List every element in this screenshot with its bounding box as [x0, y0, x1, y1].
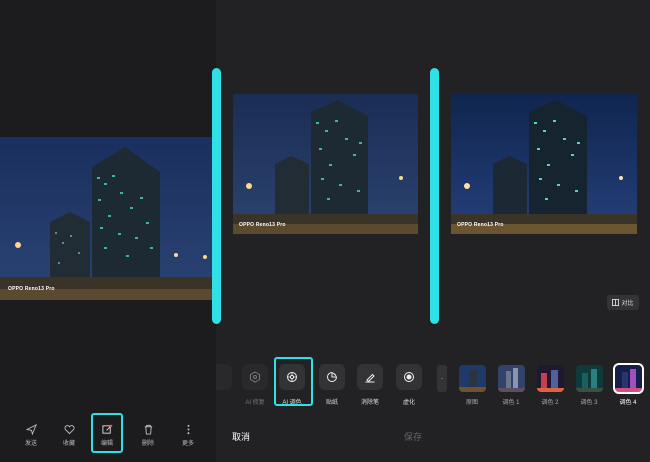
photo[interactable]: OPPO Reno13 Pro: [0, 137, 216, 300]
filter-thumbnail: [497, 365, 525, 392]
send-icon: [25, 424, 37, 435]
filter-thumbnail: [536, 365, 564, 392]
ai-color-highlight: [274, 357, 313, 406]
filter-label: 调色 1: [502, 400, 520, 406]
filter-label: 调色 3: [580, 400, 598, 406]
filter-2[interactable]: 调色 2: [536, 365, 564, 406]
partial-tool-button[interactable]: [216, 364, 234, 397]
favorite-button[interactable]: 收藏: [54, 424, 84, 447]
filter-label: 调色 4: [619, 400, 637, 406]
filter-scroll-stub: -: [437, 365, 447, 392]
eraser-icon: [357, 364, 383, 390]
color-filter-panel: OPPO Reno13 Pro 对比 - 原图 调色 1 调色 2 调色 3 调…: [434, 0, 650, 462]
photo[interactable]: OPPO Reno13 Pro: [233, 94, 418, 234]
panel-divider: [430, 68, 439, 324]
filter-label: 调色 2: [541, 400, 559, 406]
delete-button[interactable]: 删除: [133, 424, 163, 447]
ai-repair-icon: [242, 364, 268, 390]
blur-label: 虚化: [402, 400, 415, 406]
filter-4[interactable]: 调色 4: [612, 363, 644, 406]
eraser-label: 消除笔: [360, 400, 379, 406]
filter-thumbnail: [612, 363, 644, 394]
ai-repair-label: AI 修复: [245, 400, 265, 406]
filter-original[interactable]: 原图: [458, 365, 486, 406]
panel-divider: [212, 68, 221, 324]
more-icon: [186, 424, 190, 435]
more-button[interactable]: 更多: [173, 424, 203, 447]
compare-label: 对比: [621, 301, 634, 307]
partial-tool-icon: [216, 364, 232, 390]
sticker-icon: [319, 364, 345, 390]
blur-button[interactable]: 虚化: [394, 364, 424, 406]
gallery-view-panel: OPPO Reno13 Pro 发送 收藏 编辑 删除 更多: [0, 0, 216, 462]
filter-1[interactable]: 调色 1: [497, 365, 525, 406]
photo[interactable]: OPPO Reno13 Pro: [451, 94, 637, 234]
filter-thumbnail: [575, 365, 603, 392]
trash-icon: [144, 424, 152, 435]
ai-repair-button[interactable]: AI 修复: [240, 364, 270, 406]
edit-tools-panel: OPPO Reno13 Pro AI 修复 AI 调色 贴纸 消除笔 虚化 取消: [216, 0, 434, 462]
edit-button-highlight: [91, 413, 123, 453]
filter-label: 原图: [465, 400, 478, 406]
more-label: 更多: [181, 441, 194, 447]
favorite-label: 收藏: [62, 441, 75, 447]
photo-watermark: OPPO Reno13 Pro: [8, 286, 55, 292]
sticker-label: 贴纸: [325, 400, 338, 406]
filter-thumbnail: [458, 365, 486, 392]
photo-watermark: OPPO Reno13 Pro: [457, 222, 504, 228]
save-button[interactable]: 保存: [404, 430, 422, 443]
filter-3[interactable]: 调色 3: [575, 365, 603, 406]
send-label: 发送: [24, 441, 37, 447]
send-button[interactable]: 发送: [16, 424, 46, 447]
photo-watermark: OPPO Reno13 Pro: [239, 222, 286, 228]
compare-icon: [612, 299, 620, 306]
blur-icon: [396, 364, 422, 390]
compare-button[interactable]: 对比: [607, 295, 639, 310]
cancel-button[interactable]: 取消: [232, 430, 250, 443]
sticker-button[interactable]: 贴纸: [317, 364, 347, 406]
eraser-button[interactable]: 消除笔: [355, 364, 385, 406]
delete-label: 删除: [141, 441, 154, 447]
heart-icon: [64, 425, 74, 435]
